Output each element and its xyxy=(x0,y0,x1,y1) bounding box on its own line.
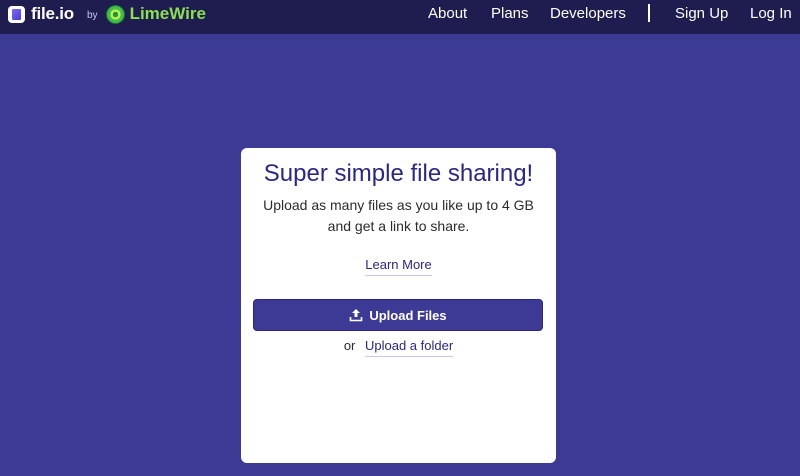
subtitle-line-2: and get a link to share. xyxy=(327,218,470,234)
folder-upload-row: or Upload a folder xyxy=(241,338,556,357)
nav-sign-up[interactable]: Sign Up xyxy=(675,5,728,22)
subtitle-line-1: Upload as many files as you like up to 4… xyxy=(263,197,534,213)
card-title: Super simple file sharing! xyxy=(263,160,534,187)
brand-by-label: by xyxy=(87,9,98,21)
limewire-logo-icon xyxy=(105,4,125,24)
upload-folder-link[interactable]: Upload a folder xyxy=(365,338,454,357)
upload-icon xyxy=(350,309,363,322)
upload-files-button[interactable]: Upload Files xyxy=(253,299,543,331)
file-io-logo-icon xyxy=(8,5,25,23)
card-subtitle: Upload as many files as you like up to 4… xyxy=(241,195,556,237)
nav-plans[interactable]: Plans xyxy=(491,5,529,22)
nav-developers[interactable]: Developers xyxy=(550,5,626,22)
top-navbar: file.io by LimeWire About Plans Develope… xyxy=(0,0,800,34)
nav-about[interactable]: About xyxy=(428,5,467,22)
partner-name: LimeWire xyxy=(129,4,206,23)
brand[interactable]: file.io by LimeWire xyxy=(8,3,206,25)
nav-divider xyxy=(648,4,650,22)
upload-files-label: Upload Files xyxy=(369,307,447,323)
learn-more-link[interactable]: Learn More xyxy=(365,257,432,276)
brand-name: file.io xyxy=(31,4,74,23)
nav-log-in[interactable]: Log In xyxy=(750,5,792,22)
upload-card: Super simple file sharing! Upload as man… xyxy=(241,148,556,463)
or-label: or xyxy=(343,338,356,353)
